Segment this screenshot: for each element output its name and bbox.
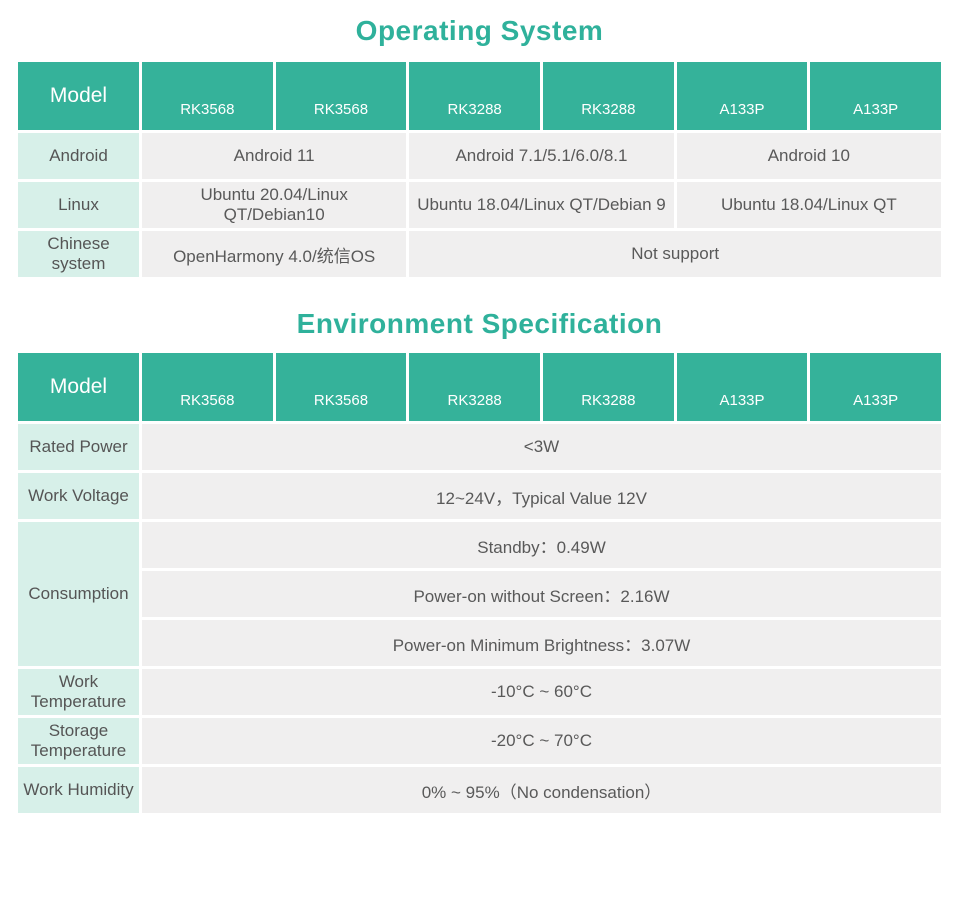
os-chinese-rk3568: OpenHarmony 4.0/统信OS bbox=[142, 231, 406, 277]
environment-specification-table: Model RK3568 RK3568 RK3288 RK3288 A133P … bbox=[18, 353, 941, 813]
os-header-col-rk3568-2: RK3568 bbox=[276, 62, 407, 130]
os-header-col-a133p-1: A133P bbox=[677, 62, 808, 130]
os-chinese-others: Not support bbox=[409, 231, 941, 277]
env-storage-temperature-value: -20°C ~ 70°C bbox=[142, 718, 941, 764]
env-work-voltage-value: 12~24V，Typical Value 12V bbox=[142, 473, 941, 519]
os-header-col-rk3288-1: RK3288 bbox=[409, 62, 540, 130]
env-work-temperature-value: -10°C ~ 60°C bbox=[142, 669, 941, 715]
os-android-rk3288: Android 7.1/5.1/6.0/8.1 bbox=[409, 133, 673, 179]
env-header-col-a133p-2: A133P bbox=[810, 353, 941, 421]
os-row-label-linux: Linux bbox=[18, 182, 139, 228]
os-android-a133p: Android 10 bbox=[677, 133, 941, 179]
os-linux-a133p: Ubuntu 18.04/Linux QT bbox=[677, 182, 941, 228]
os-header-col-rk3568-1: RK3568 bbox=[142, 62, 273, 130]
env-consumption-standby: Standby：0.49W bbox=[142, 522, 941, 568]
env-consumption-power-on-no-screen: Power-on without Screen：2.16W bbox=[142, 571, 941, 617]
env-row-label-work-voltage: Work Voltage bbox=[18, 473, 139, 519]
os-linux-rk3568: Ubuntu 20.04/Linux QT/Debian10 bbox=[142, 182, 406, 228]
os-header-col-rk3288-2: RK3288 bbox=[543, 62, 674, 130]
os-android-rk3568: Android 11 bbox=[142, 133, 406, 179]
env-header-col-rk3568-2: RK3568 bbox=[276, 353, 407, 421]
operating-system-title: Operating System bbox=[18, 14, 941, 48]
env-header-col-a133p-1: A133P bbox=[677, 353, 808, 421]
os-linux-rk3288: Ubuntu 18.04/Linux QT/Debian 9 bbox=[409, 182, 673, 228]
operating-system-table: Model RK3568 RK3568 RK3288 RK3288 A133P … bbox=[18, 62, 941, 277]
env-row-label-work-temperature: Work Temperature bbox=[18, 669, 139, 715]
env-header-model: Model bbox=[18, 353, 139, 421]
os-header-model: Model bbox=[18, 62, 139, 130]
spec-page: Operating System Model RK3568 RK3568 RK3… bbox=[0, 0, 960, 813]
env-header-col-rk3288-1: RK3288 bbox=[409, 353, 540, 421]
env-work-humidity-value: 0% ~ 95%（No condensation） bbox=[142, 767, 941, 813]
env-row-label-consumption: Consumption bbox=[18, 522, 139, 666]
env-header-col-rk3288-2: RK3288 bbox=[543, 353, 674, 421]
env-row-label-rated-power: Rated Power bbox=[18, 424, 139, 470]
env-rated-power-value: <3W bbox=[142, 424, 941, 470]
os-row-label-chinese-system: Chinese system bbox=[18, 231, 139, 277]
os-row-label-android: Android bbox=[18, 133, 139, 179]
env-row-label-work-humidity: Work Humidity bbox=[18, 767, 139, 813]
os-header-col-a133p-2: A133P bbox=[810, 62, 941, 130]
env-consumption-power-on-min-brightness: Power-on Minimum Brightness：3.07W bbox=[142, 620, 941, 666]
env-row-label-storage-temperature: Storage Temperature bbox=[18, 718, 139, 764]
env-header-col-rk3568-1: RK3568 bbox=[142, 353, 273, 421]
environment-specification-title: Environment Specification bbox=[18, 307, 941, 341]
